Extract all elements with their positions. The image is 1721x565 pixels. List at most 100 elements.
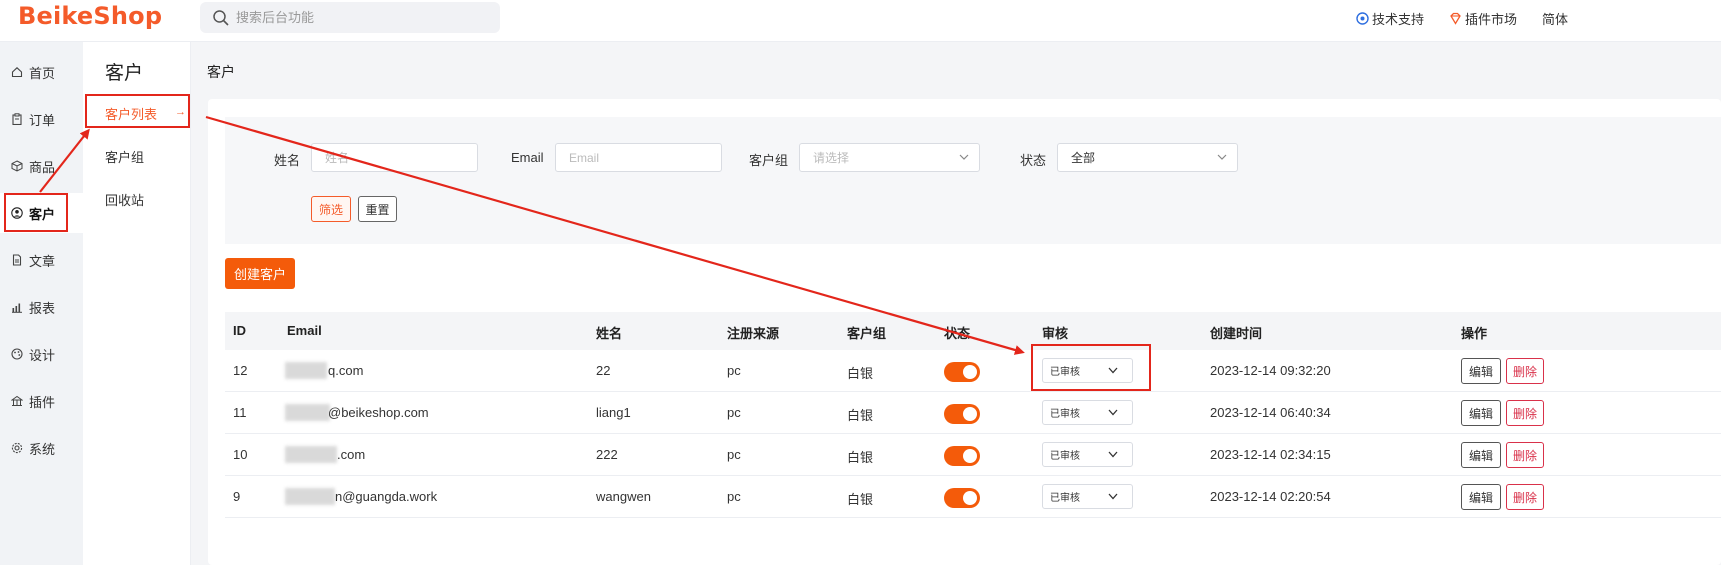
nav-item-orders[interactable]: 订单 xyxy=(0,99,83,139)
edit-button[interactable]: 编辑 xyxy=(1461,484,1501,510)
delete-button[interactable]: 删除 xyxy=(1506,484,1544,510)
delete-button[interactable]: 删除 xyxy=(1506,400,1544,426)
filter-email-label: Email xyxy=(511,150,544,165)
diamond-icon xyxy=(1450,12,1461,25)
redacted-email-blur xyxy=(285,488,335,505)
status-toggle[interactable] xyxy=(944,404,980,424)
chevron-down-icon xyxy=(959,154,969,160)
audit-value: 已审核 xyxy=(1050,409,1080,420)
redacted-email-blur xyxy=(285,446,337,463)
annotation-box-customer-list xyxy=(85,94,190,128)
nav-item-design[interactable]: 设计 xyxy=(0,334,83,374)
nav-item-products[interactable]: 商品 xyxy=(0,146,83,186)
cell-email: .com xyxy=(337,447,366,462)
support-icon xyxy=(1356,12,1369,25)
annotation-box-audit-select xyxy=(1031,344,1151,391)
cell-id: 9 xyxy=(233,489,241,504)
nav-item-plugins[interactable]: 插件 xyxy=(0,381,83,421)
status-toggle[interactable] xyxy=(944,488,980,508)
col-header-email: Email xyxy=(287,323,322,338)
search-icon xyxy=(213,10,229,26)
nav-item-home[interactable]: 首页 xyxy=(0,52,83,92)
top-header: BeikeShop 技术支持 插件市场 简体 xyxy=(0,0,1721,42)
plugin-market-link[interactable]: 插件市场 xyxy=(1449,9,1517,28)
edit-button[interactable]: 编辑 xyxy=(1461,400,1501,426)
language-switch[interactable]: 简体 xyxy=(1542,9,1568,28)
box-icon xyxy=(11,160,23,172)
status-toggle[interactable] xyxy=(944,362,980,382)
document-icon xyxy=(12,254,22,266)
reset-button[interactable]: 重置 xyxy=(358,196,397,222)
cell-name: liang1 xyxy=(596,405,631,420)
col-header-created: 创建时间 xyxy=(1210,326,1263,341)
cell-created: 2023-12-14 02:20:54 xyxy=(1210,489,1331,504)
filter-status-label: 状态 xyxy=(1020,153,1047,168)
cell-source: pc xyxy=(727,363,741,378)
home-icon xyxy=(11,67,23,78)
nav-label-products: 商品 xyxy=(29,159,56,175)
search-input[interactable] xyxy=(236,2,486,33)
filter-panel xyxy=(225,117,1721,244)
delete-button[interactable]: 删除 xyxy=(1506,358,1544,384)
col-header-name: 姓名 xyxy=(596,326,623,341)
edit-button[interactable]: 编辑 xyxy=(1461,358,1501,384)
audit-select[interactable]: 已审核 xyxy=(1042,400,1133,425)
plugin-icon xyxy=(11,395,23,406)
nav-item-reports[interactable]: 报表 xyxy=(0,287,83,327)
cell-email: q.com xyxy=(328,363,364,378)
audit-value: 已审核 xyxy=(1050,493,1080,504)
main-sidebar: 首页 订单 商品 客户 文章 报表 设计 插件 系统 xyxy=(0,42,83,565)
redacted-email-blur xyxy=(285,362,327,379)
col-header-group: 客户组 xyxy=(847,326,887,341)
filter-group-label: 客户组 xyxy=(749,153,789,168)
nav-label-reports: 报表 xyxy=(29,300,56,316)
cell-source: pc xyxy=(727,447,741,462)
tech-support-link[interactable]: 技术支持 xyxy=(1356,9,1424,28)
subnav-title: 客户 xyxy=(105,63,144,84)
col-header-status: 状态 xyxy=(944,326,971,341)
subnav-item-recycle-bin[interactable]: 回收站 xyxy=(105,190,144,209)
subnav-item-customer-group[interactable]: 客户组 xyxy=(105,147,144,166)
gear-icon xyxy=(11,442,23,454)
nav-label-system: 系统 xyxy=(29,441,56,457)
table-row: 10 .com 222 pc 白银 已审核 2023-12-14 02:34:1… xyxy=(225,434,1721,476)
chevron-down-icon xyxy=(1108,409,1118,416)
edit-button[interactable]: 编辑 xyxy=(1461,442,1501,468)
chevron-down-icon xyxy=(1108,451,1118,458)
cell-created: 2023-12-14 02:34:15 xyxy=(1210,447,1331,462)
nav-item-system[interactable]: 系统 xyxy=(0,428,83,468)
palette-icon xyxy=(11,348,23,360)
clipboard-icon xyxy=(12,113,22,125)
tech-support-label: 技术支持 xyxy=(1372,12,1425,27)
search-box[interactable] xyxy=(200,2,500,33)
brand-logo[interactable]: BeikeShop xyxy=(18,2,162,30)
filter-name-input[interactable]: 姓名 xyxy=(311,143,478,172)
nav-item-articles[interactable]: 文章 xyxy=(0,240,83,280)
table-row: 9 n@guangda.work wangwen pc 白银 已审核 2023-… xyxy=(225,476,1721,518)
toggle-knob xyxy=(963,365,977,379)
filter-button[interactable]: 筛选 xyxy=(311,196,351,222)
cell-name: wangwen xyxy=(596,489,651,504)
nav-label-orders: 订单 xyxy=(29,112,56,128)
delete-button[interactable]: 删除 xyxy=(1506,442,1544,468)
toggle-knob xyxy=(963,407,977,421)
filter-group-placeholder: 请选择 xyxy=(813,151,850,165)
toggle-knob xyxy=(963,491,977,505)
status-toggle[interactable] xyxy=(944,446,980,466)
cell-name: 22 xyxy=(596,363,611,378)
create-customer-button[interactable]: 创建客户 xyxy=(225,258,295,289)
nav-label-home: 首页 xyxy=(29,65,56,81)
audit-select[interactable]: 已审核 xyxy=(1042,484,1133,509)
cell-id: 12 xyxy=(233,363,248,378)
cell-source: pc xyxy=(727,405,741,420)
audit-select[interactable]: 已审核 xyxy=(1042,442,1133,467)
chevron-down-icon xyxy=(1108,493,1118,500)
filter-name-label: 姓名 xyxy=(274,153,301,168)
cell-email: n@guangda.work xyxy=(335,489,438,504)
col-header-source: 注册来源 xyxy=(727,326,780,341)
chevron-down-icon xyxy=(1217,154,1227,160)
filter-email-input[interactable]: Email xyxy=(555,143,722,172)
filter-group-select[interactable]: 请选择 xyxy=(799,143,980,172)
filter-status-select[interactable]: 全部 xyxy=(1057,143,1238,172)
redacted-email-blur xyxy=(285,404,330,421)
